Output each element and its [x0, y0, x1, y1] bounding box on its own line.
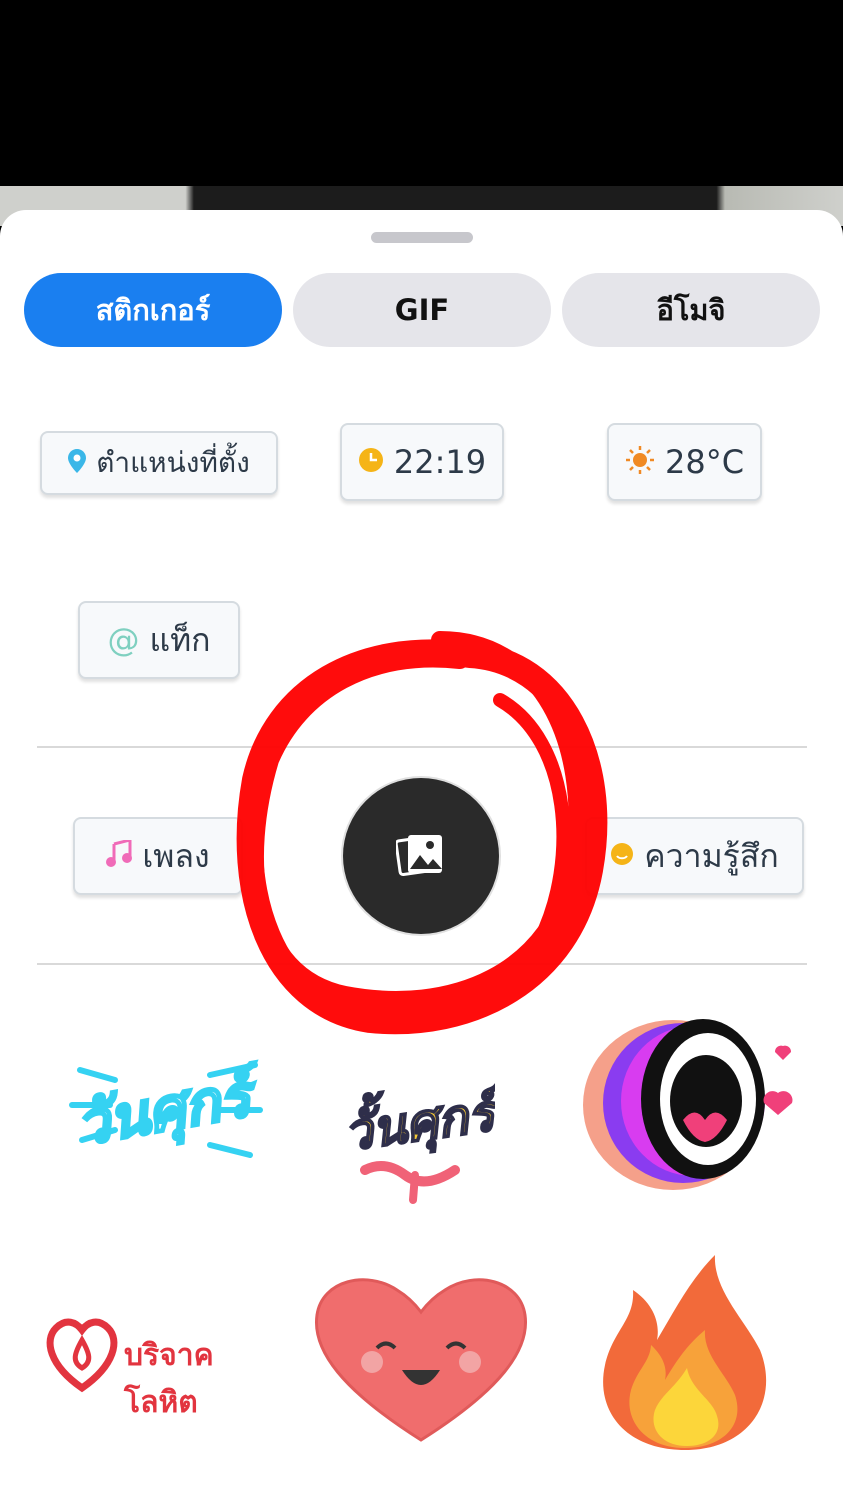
photo-gallery-icon — [394, 831, 446, 881]
friday-yellow-text: วั้นศุกร์ — [345, 1074, 495, 1164]
feeling-sticker-button[interactable]: ความรู้สึก — [585, 817, 804, 895]
divider-top — [37, 746, 807, 748]
clock-icon — [358, 447, 384, 478]
sticker-sheet: สติกเกอร์ GIF อีโมจิ ตำแหน่งที่ตั้ง 22:1… — [0, 210, 843, 1500]
friday-yellow-sticker[interactable]: วั้นศุกร์ — [338, 1020, 510, 1210]
shouting-mouth-sticker[interactable] — [578, 1005, 806, 1205]
smiling-heart-sticker[interactable] — [312, 1270, 530, 1445]
blood-donation-text: บริจาคโลหิต — [124, 1338, 214, 1420]
location-sticker-button[interactable]: ตำแหน่งที่ตั้ง — [40, 431, 278, 495]
feeling-label: ความรู้สึก — [644, 836, 779, 875]
sheet-grabber[interactable] — [371, 232, 473, 243]
smiley-icon — [610, 842, 634, 871]
time-sticker-button[interactable]: 22:19 — [340, 423, 504, 501]
weather-sticker-button[interactable]: 28°C — [607, 423, 762, 501]
tab-gif[interactable]: GIF — [293, 273, 551, 347]
at-icon: @ — [107, 621, 140, 659]
tag-label: แท็ก — [149, 620, 211, 659]
blood-donation-sticker[interactable]: บริจาคโลหิต — [44, 1310, 274, 1420]
sun-icon — [625, 445, 655, 480]
time-label: 22:19 — [393, 443, 487, 481]
location-pin-icon — [68, 448, 87, 478]
photo-gallery-button[interactable] — [343, 778, 499, 934]
divider-bottom — [37, 963, 807, 965]
tab-stickers[interactable]: สติกเกอร์ — [24, 273, 282, 347]
tag-sticker-button[interactable]: @ แท็ก — [78, 601, 240, 679]
location-label: ตำแหน่งที่ตั้ง — [96, 446, 250, 479]
music-note-icon — [106, 837, 133, 873]
tab-emoji[interactable]: อีโมจิ — [562, 273, 820, 347]
weather-label: 28°C — [664, 443, 745, 481]
music-sticker-button[interactable]: เพลง — [73, 817, 243, 895]
fire-sticker[interactable] — [595, 1250, 775, 1455]
music-label: เพลง — [142, 836, 210, 875]
friday-neon-sticker[interactable]: วันศุกร์ — [60, 1010, 270, 1210]
